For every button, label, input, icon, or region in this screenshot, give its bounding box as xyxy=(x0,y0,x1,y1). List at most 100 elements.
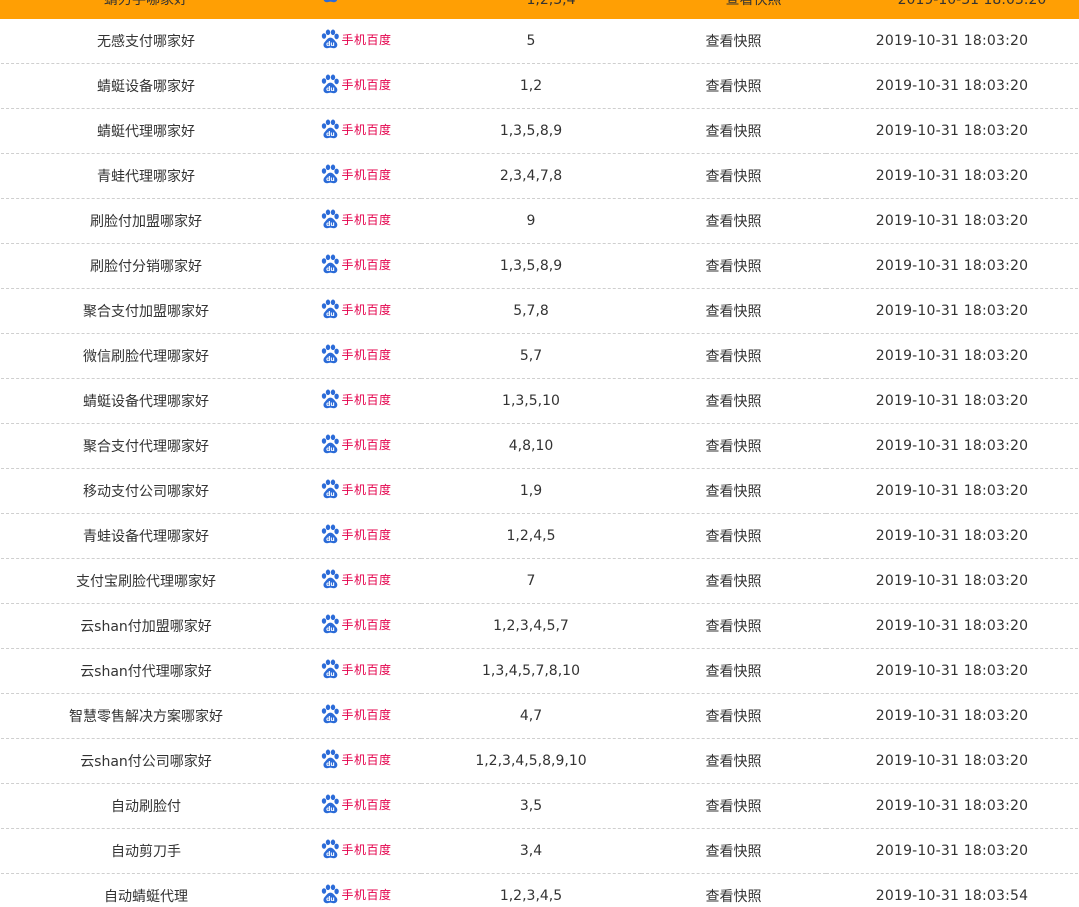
engine-cell: du 手机百度 xyxy=(291,423,421,469)
view-snapshot-link[interactable]: 查看快照 xyxy=(706,844,762,860)
updated-time: 2019-10-31 18:03:20 xyxy=(875,528,1029,544)
svg-text:du: du xyxy=(327,86,336,93)
view-snapshot-link[interactable]: 查看快照 xyxy=(706,574,762,590)
engine-label: 手机百度 xyxy=(341,887,392,902)
time-cell: 2019-10-31 18:03:20 xyxy=(826,288,1078,334)
table-row: 支付宝刷脸代理哪家好 du 手机百度 7 查看快照 2019-10-31 18:… xyxy=(1,558,1078,604)
view-snapshot-link[interactable]: 查看快照 xyxy=(706,169,762,185)
baidu-paw-icon: du xyxy=(322,434,340,453)
table-row: 自动剪刀手 du 手机百度 3,4 查看快照 2019-10-31 18:03:… xyxy=(1,828,1078,874)
view-snapshot-link[interactable]: 查看快照 xyxy=(706,799,762,815)
ranks-cell: 9 xyxy=(421,198,641,244)
view-snapshot-link[interactable]: 查看快照 xyxy=(706,124,762,140)
engine-label: 手机百度 xyxy=(341,662,392,677)
view-snapshot-link[interactable]: 查看快照 xyxy=(706,349,762,365)
view-snapshot-link[interactable]: 查看快照 xyxy=(706,709,762,725)
engine-label: 手机百度 xyxy=(341,437,392,452)
view-snapshot-link[interactable]: 查看快照 xyxy=(706,214,762,230)
snapshot-cell: 查看快照 xyxy=(641,783,826,829)
svg-text:du: du xyxy=(327,896,336,903)
svg-text:du: du xyxy=(327,671,336,678)
time-cell: 2019-10-31 18:03:20 xyxy=(826,513,1078,559)
engine-cell: du 手机百度 xyxy=(291,648,421,694)
ranks-text: 1,3,5,8,9 xyxy=(499,258,563,274)
baidu-paw-icon: du xyxy=(322,209,340,228)
engine-label: 手机百度 xyxy=(341,257,392,272)
ranks-cell: 4,7 xyxy=(421,693,641,739)
table-row: 云shan付代理哪家好 du 手机百度 1,3,4,5,7,8,10 查看快照 … xyxy=(1,648,1078,694)
svg-text:du: du xyxy=(327,851,336,858)
updated-time: 2019-10-31 18:03:20 xyxy=(875,843,1029,859)
engine-label: 手机百度 xyxy=(341,842,392,857)
time-cell: 2019-10-31 18:03:20 xyxy=(826,468,1078,514)
engine-cell: du 手机百度 xyxy=(291,738,421,784)
table-row: 无感支付哪家好 du 手机百度 5 查看快照 2019-10-31 18:03:… xyxy=(1,19,1078,64)
baidu-paw-icon: du xyxy=(322,389,340,408)
view-snapshot-link[interactable]: 查看快照 xyxy=(706,754,762,770)
view-snapshot-link[interactable]: 查看快照 xyxy=(706,304,762,320)
table-row: 聚合支付加盟哪家好 du 手机百度 5,7,8 查看快照 2019-10-31 … xyxy=(1,288,1078,334)
view-snapshot-link[interactable]: 查看快照 xyxy=(706,889,762,905)
keyword-cell: 聚合支付加盟哪家好 xyxy=(1,288,291,334)
table-row: 刷脸付加盟哪家好 du 手机百度 9 查看快照 2019-10-31 18:03… xyxy=(1,198,1078,244)
view-snapshot-link[interactable]: 查看快照 xyxy=(706,664,762,680)
baidu-paw-icon: du xyxy=(322,659,340,678)
table-row: 青蛙设备代理哪家好 du 手机百度 1,2,4,5 查看快照 2019-10-3… xyxy=(1,513,1078,559)
engine-label: 手机百度 xyxy=(341,617,392,632)
svg-text:du: du xyxy=(327,536,336,543)
engine-label: 手机百度 xyxy=(341,122,392,137)
table-row: 蜻蜓设备代理哪家好 du 手机百度 1,3,5,10 查看快照 2019-10-… xyxy=(1,378,1078,424)
time-cell: 2019-10-31 18:03:20 xyxy=(826,423,1078,469)
keyword-text: 支付宝刷脸代理哪家好 xyxy=(76,574,216,590)
highlighted-row-snapshot-link[interactable]: 查看快照 xyxy=(661,0,846,19)
ranks-cell: 1,2,3,4,5 xyxy=(421,873,641,907)
view-snapshot-link[interactable]: 查看快照 xyxy=(706,259,762,275)
table-row: 微信刷脸代理哪家好 du 手机百度 5,7 查看快照 2019-10-31 18… xyxy=(1,333,1078,379)
keyword-text: 云shan付公司哪家好 xyxy=(80,754,212,770)
svg-text:du: du xyxy=(327,41,336,48)
ranks-text: 9 xyxy=(526,213,536,229)
keyword-text: 聚合支付代理哪家好 xyxy=(83,439,209,455)
view-snapshot-link[interactable]: 查看快照 xyxy=(706,439,762,455)
time-cell: 2019-10-31 18:03:20 xyxy=(826,333,1078,379)
highlighted-row-time: 2019-10-31 18:03:20 xyxy=(897,0,1047,8)
svg-text:du: du xyxy=(327,581,336,588)
baidu-paw-icon: du xyxy=(322,74,340,93)
ranks-cell: 5 xyxy=(421,19,641,64)
table-row: 聚合支付代理哪家好 du 手机百度 4,8,10 查看快照 2019-10-31… xyxy=(1,423,1078,469)
svg-text:du: du xyxy=(327,0,336,2)
view-snapshot-link[interactable]: 查看快照 xyxy=(706,619,762,635)
time-cell: 2019-10-31 18:03:20 xyxy=(826,19,1078,64)
ranks-cell: 1,2,4,5 xyxy=(421,513,641,559)
updated-time: 2019-10-31 18:03:20 xyxy=(875,798,1029,814)
updated-time: 2019-10-31 18:03:20 xyxy=(875,348,1029,364)
baidu-paw-icon: du xyxy=(322,884,340,903)
keyword-cell: 蜻蜓代理哪家好 xyxy=(1,108,291,154)
view-snapshot-link[interactable]: 查看快照 xyxy=(706,484,762,500)
ranks-cell: 5,7 xyxy=(421,333,641,379)
keyword-rank-table-view: 蜻刃手哪家好 du 手机百度 1,2,3,4 查看快照 2019-10-31 1… xyxy=(0,0,1079,907)
keyword-cell: 移动支付公司哪家好 xyxy=(1,468,291,514)
view-snapshot-link[interactable]: 查看快照 xyxy=(706,34,762,50)
svg-text:du: du xyxy=(327,266,336,273)
keyword-text: 智慧零售解决方案哪家好 xyxy=(69,709,223,725)
updated-time: 2019-10-31 18:03:20 xyxy=(875,573,1029,589)
keyword-text: 蜻蜓设备哪家好 xyxy=(97,79,195,95)
view-snapshot-link[interactable]: 查看快照 xyxy=(706,394,762,410)
highlighted-row-ranks: 1,2,3,4 xyxy=(526,0,576,8)
engine-cell: du 手机百度 xyxy=(291,468,421,514)
engine-cell: du 手机百度 xyxy=(291,333,421,379)
engine-label: 手机百度 xyxy=(341,212,392,227)
view-snapshot-link[interactable]: 查看快照 xyxy=(706,79,762,95)
engine-cell: du 手机百度 xyxy=(291,153,421,199)
updated-time: 2019-10-31 18:03:20 xyxy=(875,258,1029,274)
updated-time: 2019-10-31 18:03:54 xyxy=(875,888,1029,904)
updated-time: 2019-10-31 18:03:20 xyxy=(875,123,1029,139)
keyword-cell: 聚合支付代理哪家好 xyxy=(1,423,291,469)
baidu-paw-icon: du xyxy=(324,0,338,2)
view-snapshot-link[interactable]: 查看快照 xyxy=(706,529,762,545)
snapshot-cell: 查看快照 xyxy=(641,693,826,739)
engine-cell: du 手机百度 xyxy=(291,243,421,289)
engine-cell: du 手机百度 xyxy=(291,828,421,874)
time-cell: 2019-10-31 18:03:20 xyxy=(826,738,1078,784)
